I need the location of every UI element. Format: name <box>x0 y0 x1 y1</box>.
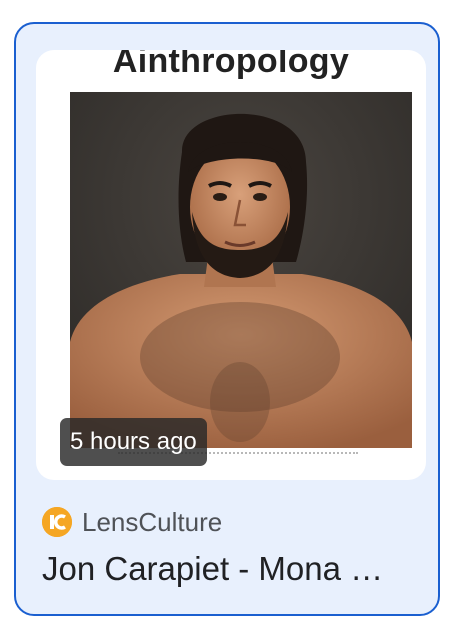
source-name: LensCulture <box>82 506 223 537</box>
thumbnail-heading: Ainthropology <box>112 50 350 80</box>
timestamp-badge: 5 hours ago <box>60 418 207 466</box>
news-card[interactable]: Ainthropology 5 hours ago LensCulture Jo… <box>14 22 440 616</box>
card-thumbnail[interactable]: Ainthropology 5 hours ago <box>36 50 426 480</box>
source-row[interactable]: LensCulture <box>42 506 222 538</box>
article-title[interactable]: Jon Carapiet - Mona … <box>42 550 422 588</box>
portrait-image <box>70 92 412 448</box>
lensculture-logo-icon <box>42 507 72 537</box>
thumbnail-photo <box>70 92 412 448</box>
